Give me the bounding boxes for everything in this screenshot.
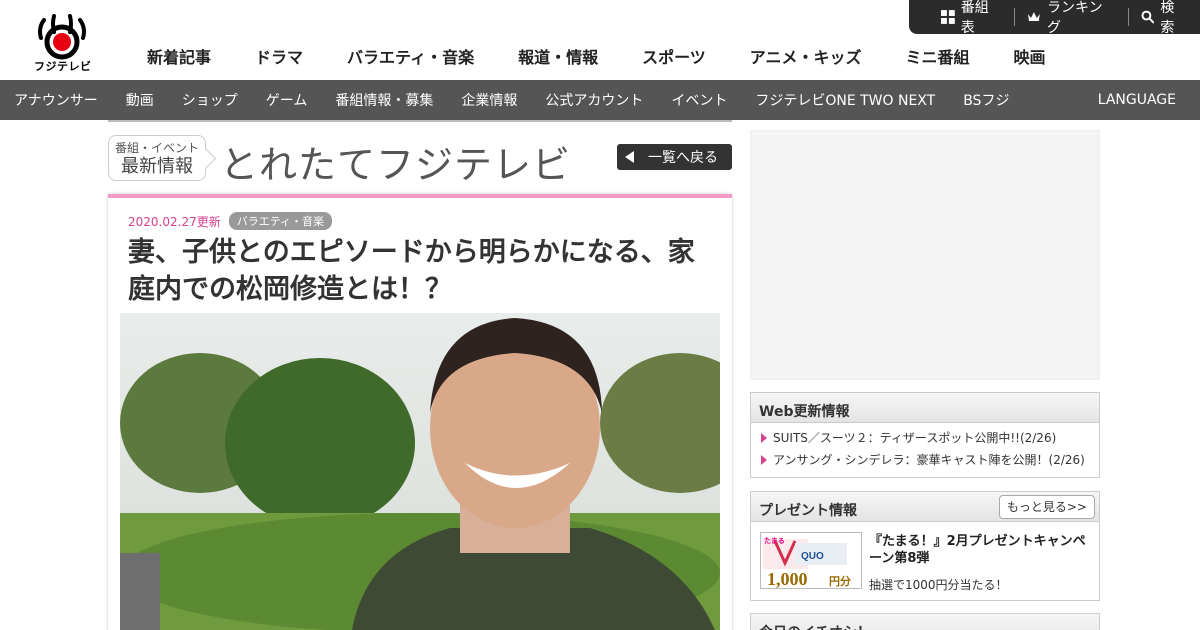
subnav-video[interactable]: 動画 [112, 90, 168, 110]
grid-icon [941, 10, 955, 24]
present-item-desc: 抽選で1000円分当たる！ [869, 578, 1008, 592]
thumb-unit: 円分 [829, 574, 851, 588]
nav-drama[interactable]: ドラマ [233, 44, 325, 68]
subnav-bs-fuji[interactable]: BSフジ [949, 90, 1023, 110]
subnav-official-accounts[interactable]: 公式アカウント [531, 90, 657, 110]
nav-mini-programs[interactable]: ミニ番組 [883, 44, 991, 68]
present-box: プレゼント情報 もっと見る>> たまる QUO 1,000 円分 『たまる！』2… [750, 491, 1100, 601]
program-guide-link[interactable]: 番組表 [929, 0, 1014, 36]
subnav-shop[interactable]: ショップ [168, 90, 252, 110]
language-link[interactable]: LANGUAGE [1098, 80, 1176, 120]
crown-icon [1028, 12, 1040, 21]
present-thumbnail[interactable]: たまる QUO 1,000 円分 [760, 532, 862, 589]
back-to-list-label: 一覧へ戻る [648, 150, 718, 166]
quo-card-image: たまる QUO 1,000 円分 [761, 533, 861, 589]
sub-nav: アナウンサー 動画 ショップ ゲーム 番組情報・募集 企業情報 公式アカウント … [0, 80, 1200, 120]
subnav-events[interactable]: イベント [657, 90, 741, 110]
web-updates-title: Web更新情報 [751, 393, 1099, 423]
subnav-one-two-next[interactable]: フジテレビONE TWO NEXT [741, 90, 949, 110]
search-link[interactable]: 検索 [1127, 0, 1200, 36]
present-header: プレゼント情報 もっと見る>> [751, 492, 1099, 522]
subnav-program-info[interactable]: 番組情報・募集 [321, 90, 447, 110]
top-utility-bar: 番組表 ランキング 検索 [909, 0, 1200, 36]
pickup-box: 今日のイチオシ！ [750, 613, 1100, 630]
nav-new-articles[interactable]: 新着記事 [125, 44, 233, 68]
ad-slot[interactable] [750, 130, 1100, 380]
thumb-quo: QUO [801, 551, 824, 562]
ranking-label: ランキング [1046, 0, 1103, 36]
article-meta: 2020.02.27更新 バラエティ・音楽 [128, 212, 333, 230]
subnav-corporate[interactable]: 企業情報 [447, 90, 531, 110]
web-update-item[interactable]: SUITS／スーツ２：ティザースポット公開中!!(2/26) [751, 427, 1099, 449]
article-photo-image [120, 313, 720, 630]
nav-movies[interactable]: 映画 [991, 44, 1067, 68]
section-badge: 番組・イベント 最新情報 [108, 135, 206, 181]
subnav-announcer[interactable]: アナウンサー [0, 90, 112, 110]
logo-text: フジテレビ [34, 60, 92, 73]
section-badge-subtitle: 番組・イベント [114, 141, 199, 155]
ranking-link[interactable]: ランキング [1014, 0, 1127, 36]
article-photo [120, 313, 720, 630]
program-guide-label: 番組表 [960, 0, 989, 36]
section-header: 番組・イベント 最新情報 とれたてフジテレビ 一覧へ戻る [108, 122, 732, 194]
nav-variety-music[interactable]: バラエティ・音楽 [325, 44, 496, 68]
global-nav: 新着記事 ドラマ バラエティ・音楽 報道・情報 スポーツ アニメ・キッズ ミニ番… [125, 44, 1068, 68]
article-date: 2020.02.27更新 [128, 214, 221, 229]
section-badge-title: 最新情報 [121, 156, 193, 177]
more-button[interactable]: もっと見る>> [998, 495, 1095, 519]
subnav-game[interactable]: ゲーム [252, 90, 322, 110]
nav-anime-kids[interactable]: アニメ・キッズ [728, 44, 884, 68]
present-item-title[interactable]: 『たまる！』2月プレゼントキャンペーン第8弾 [869, 533, 1091, 567]
thumb-brand: たまる [764, 536, 785, 545]
article-headline: 妻、子供とのエピソードから明らかになる、家庭内での松岡修造とは！？ [128, 237, 695, 305]
present-title: プレゼント情報 [759, 503, 857, 519]
category-badge[interactable]: バラエティ・音楽 [228, 212, 333, 230]
web-update-item[interactable]: アンサング・シンデレラ：豪華キャスト陣を公開！(2/26) [751, 449, 1099, 471]
web-updates-box: Web更新情報 SUITS／スーツ２：ティザースポット公開中!!(2/26) ア… [750, 392, 1100, 478]
search-label: 検索 [1160, 0, 1175, 36]
back-to-list-button[interactable]: 一覧へ戻る [617, 144, 732, 170]
nav-news-info[interactable]: 報道・情報 [496, 44, 620, 68]
search-icon [1141, 10, 1155, 24]
nav-sports[interactable]: スポーツ [620, 44, 728, 68]
main-column: 番組・イベント 最新情報 とれたてフジテレビ 一覧へ戻る 2020.02.27更… [108, 120, 732, 630]
pickup-title: 今日のイチオシ！ [751, 614, 1099, 630]
arrow-left-icon [625, 151, 634, 163]
article-card: 2020.02.27更新 バラエティ・音楽 妻、子供とのエピソードから明らかにな… [108, 194, 732, 630]
section-title: とれたてフジテレビ [220, 143, 572, 187]
thumb-amount: 1,000 [767, 569, 808, 589]
